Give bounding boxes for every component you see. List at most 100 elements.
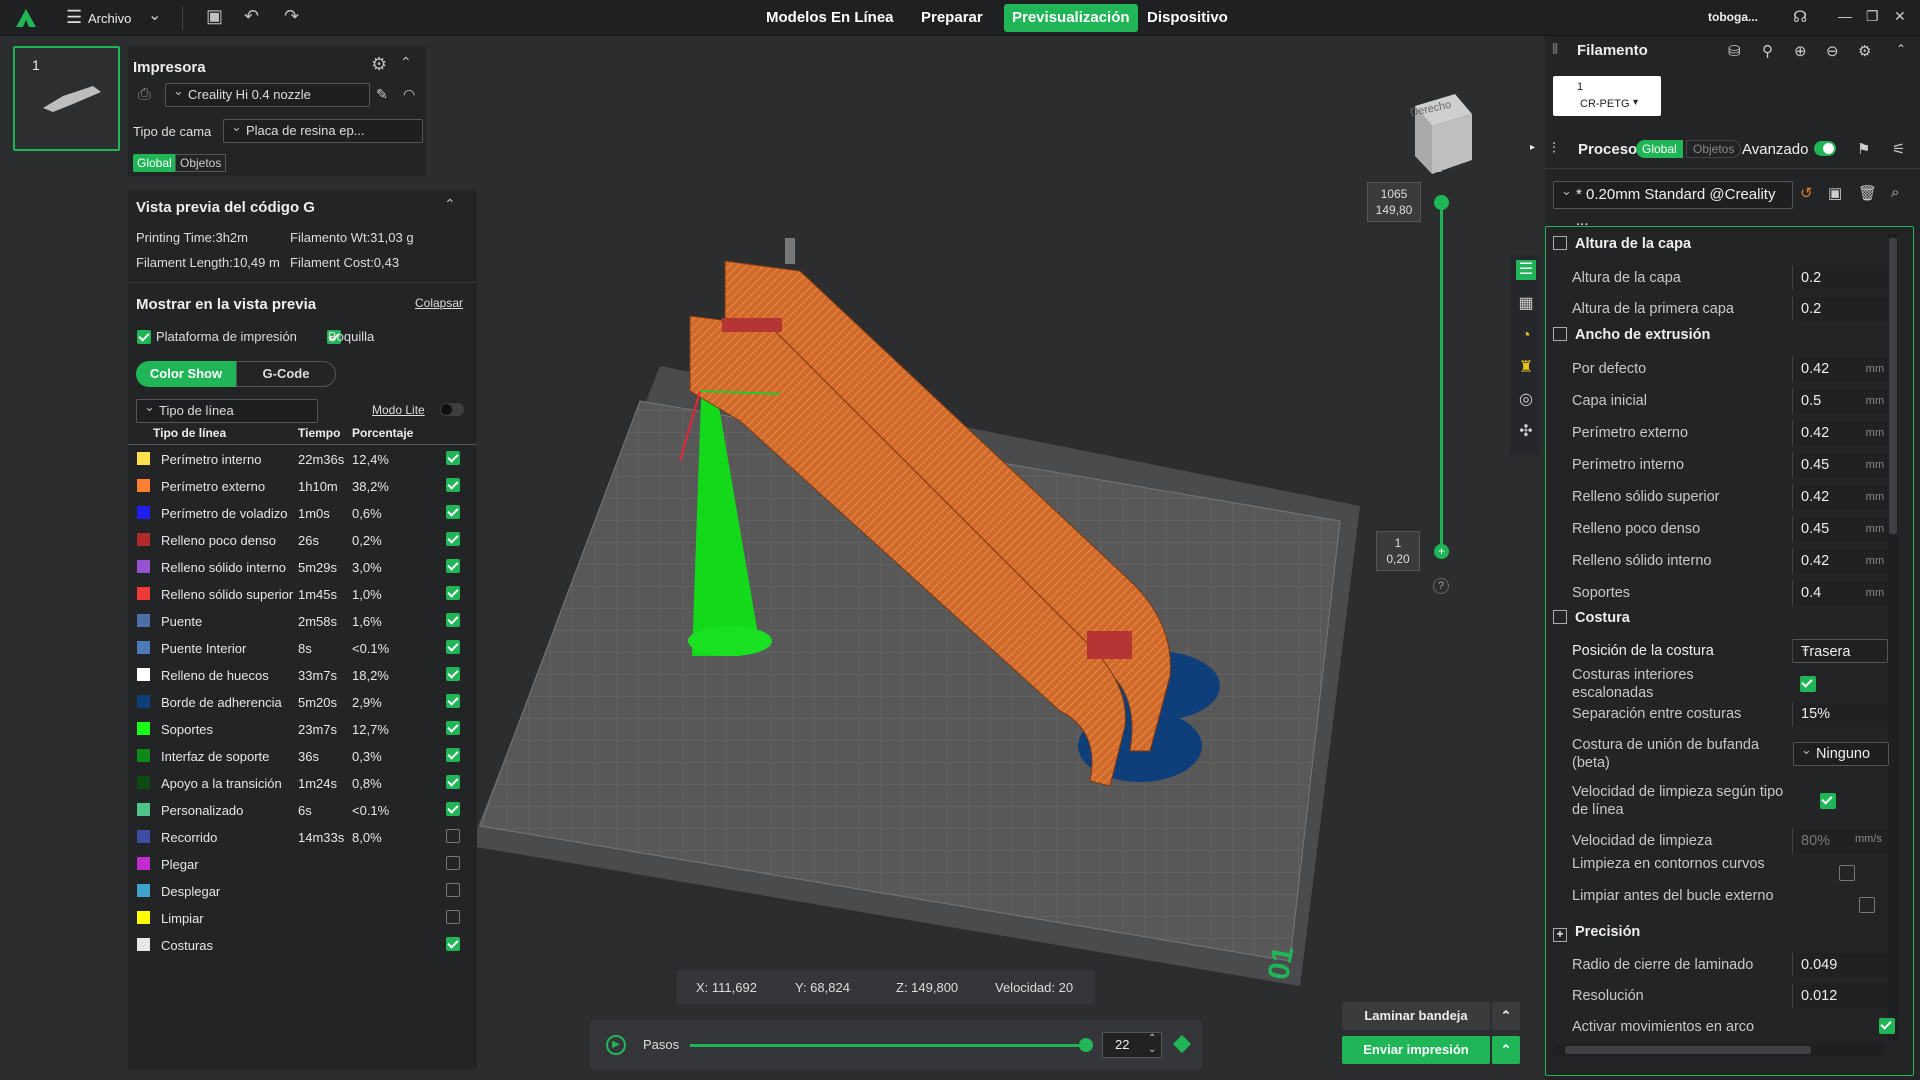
expand-panel-icon[interactable]: ▸: [1530, 142, 1535, 153]
wipe-curved-checkbox[interactable]: [1839, 865, 1856, 881]
caret-down-icon[interactable]: ▾: [1633, 97, 1638, 108]
process-tune-icon[interactable]: ⚟: [1892, 140, 1905, 158]
slice-closing-radius-input[interactable]: 0.049: [1792, 953, 1888, 977]
legend-visibility-checkbox[interactable]: [446, 829, 460, 843]
undo-icon[interactable]: ↶: [244, 6, 259, 27]
process-scope-global[interactable]: Global: [1636, 140, 1683, 158]
legend-visibility-checkbox[interactable]: [446, 532, 460, 546]
collapse-link[interactable]: Colapsar: [415, 296, 463, 310]
lite-mode-toggle[interactable]: [440, 403, 464, 416]
wipe-speed-by-type-checkbox[interactable]: [1819, 793, 1836, 809]
seam-position-select[interactable]: Trasera: [1792, 636, 1888, 663]
legend-visibility-checkbox[interactable]: [446, 910, 460, 924]
hamburger-menu-icon[interactable]: ☰: [66, 7, 82, 28]
support-icon[interactable]: ☊: [1793, 7, 1807, 27]
legend-visibility-checkbox[interactable]: [446, 694, 460, 708]
chevron-down-icon[interactable]: ⌄: [148, 5, 161, 25]
legend-visibility-checkbox[interactable]: [446, 478, 460, 492]
multimaterial-tab-icon[interactable]: ◎: [1516, 390, 1536, 410]
close-icon[interactable]: ✕: [1894, 8, 1906, 25]
bed-type-select[interactable]: Placa de resina ep...: [223, 116, 423, 143]
layer-slider-bottom-handle[interactable]: +: [1434, 544, 1449, 559]
legend-visibility-checkbox[interactable]: [446, 937, 460, 951]
others-tab-icon[interactable]: ✣: [1516, 422, 1536, 442]
resolution-input[interactable]: 0.012: [1792, 984, 1888, 1008]
collapse-up-icon[interactable]: ⌃: [400, 54, 412, 71]
tab-prepare[interactable]: Preparar: [913, 4, 991, 32]
printer-scope-objects[interactable]: Objetos: [175, 154, 227, 172]
process-compare-icon[interactable]: ⚑: [1857, 140, 1870, 158]
legend-visibility-checkbox[interactable]: [446, 586, 460, 600]
first-layer-height-input[interactable]: 0.2: [1792, 297, 1888, 321]
save-icon[interactable]: ▣: [206, 6, 223, 27]
remove-filament-icon[interactable]: ⊖: [1826, 42, 1839, 60]
filament-slot[interactable]: 1 CR-PETG ▾: [1553, 76, 1661, 116]
width-input[interactable]: 0.4 mm: [1792, 581, 1888, 605]
legend-visibility-checkbox[interactable]: [446, 667, 460, 681]
support-tab-icon[interactable]: ♜: [1516, 358, 1536, 378]
process-profile-select[interactable]: * 0.20mm Standard @Creality ...: [1553, 178, 1793, 229]
slice-plate-button[interactable]: Laminar bandeja: [1342, 1002, 1490, 1030]
legend-visibility-checkbox[interactable]: [446, 721, 460, 735]
collapse-up-icon[interactable]: ⌃: [1896, 42, 1906, 56]
tab-color-show[interactable]: Color Show: [136, 361, 236, 387]
home-icon[interactable]: ⌂: [1432, 156, 1443, 177]
add-filament-icon[interactable]: ⊕: [1794, 42, 1807, 60]
width-input[interactable]: 0.45 mm: [1792, 517, 1888, 541]
app-logo-icon[interactable]: [15, 7, 37, 29]
width-input[interactable]: 0.42 mm: [1792, 421, 1888, 445]
legend-visibility-checkbox[interactable]: [446, 640, 460, 654]
layer-height-input[interactable]: 0.2: [1792, 266, 1888, 290]
help-icon[interactable]: ?: [1433, 578, 1449, 594]
staggered-seams-checkbox[interactable]: [1800, 676, 1816, 692]
file-menu[interactable]: Archivo: [88, 11, 131, 26]
legend-visibility-checkbox[interactable]: [446, 613, 460, 627]
layer-slider-top-handle[interactable]: [1434, 195, 1449, 210]
wipe-before-loop-checkbox[interactable]: [1858, 897, 1875, 913]
collapse-up-icon[interactable]: ⌃: [444, 196, 456, 213]
filament-settings-icon[interactable]: ⚙: [1858, 42, 1871, 60]
legend-visibility-checkbox[interactable]: [446, 883, 460, 897]
platform-checkbox[interactable]: [137, 330, 151, 344]
layers-icon[interactable]: [1172, 1034, 1192, 1054]
user-name[interactable]: toboga...: [1708, 10, 1758, 24]
legend-visibility-checkbox[interactable]: [446, 775, 460, 789]
legend-visibility-checkbox[interactable]: [446, 451, 460, 465]
tab-gcode[interactable]: G-Code: [236, 361, 336, 387]
legend-visibility-checkbox[interactable]: [446, 856, 460, 870]
send-menu-chevron-icon[interactable]: ⌃: [1492, 1036, 1520, 1064]
width-input[interactable]: 0.42 mm: [1792, 549, 1888, 573]
save-profile-icon[interactable]: ▣: [1828, 184, 1842, 202]
delete-profile-icon[interactable]: 🗑: [1858, 184, 1877, 202]
width-input[interactable]: 0.5 mm: [1792, 389, 1888, 413]
reset-icon[interactable]: ↺: [1800, 184, 1813, 202]
printer-scope-global[interactable]: Global: [133, 154, 176, 172]
redo-icon[interactable]: ↷: [284, 6, 299, 27]
legend-visibility-checkbox[interactable]: [446, 748, 460, 762]
wifi-icon[interactable]: ◠: [403, 86, 415, 103]
printer-settings-icon[interactable]: ⚙: [371, 54, 387, 75]
minimize-icon[interactable]: —: [1838, 8, 1852, 24]
legend-visibility-checkbox[interactable]: [446, 802, 460, 816]
line-type-select[interactable]: Tipo de línea: [136, 396, 318, 423]
steps-spinner-icon[interactable]: ⌃ ⌄: [1148, 1033, 1156, 1055]
strength-tab-icon[interactable]: ▦: [1516, 294, 1536, 314]
width-input[interactable]: 0.42 mm: [1792, 485, 1888, 509]
quality-tab-icon[interactable]: ☰: [1516, 260, 1536, 280]
arc-moves-checkbox[interactable]: [1878, 1018, 1895, 1034]
horizontal-scrollbar[interactable]: [1553, 1044, 1883, 1056]
plate-thumbnail[interactable]: 1: [13, 46, 120, 151]
scarf-seam-select[interactable]: Ninguno: [1793, 739, 1889, 766]
tab-preview[interactable]: Previsualización: [1004, 4, 1138, 32]
filament-brush-icon[interactable]: ⚲: [1762, 42, 1773, 60]
slice-menu-chevron-icon[interactable]: ⌃: [1492, 1002, 1520, 1030]
seam-gap-input[interactable]: 15%: [1792, 702, 1888, 726]
maximize-icon[interactable]: ❐: [1866, 8, 1879, 25]
tab-device[interactable]: Dispositivo: [1139, 4, 1236, 32]
search-icon[interactable]: ⌕: [1891, 184, 1899, 201]
steps-slider-handle[interactable]: [1079, 1038, 1093, 1052]
legend-visibility-checkbox[interactable]: [446, 505, 460, 519]
process-scope-objects[interactable]: Objetos: [1686, 140, 1742, 158]
layer-slider-track[interactable]: [1440, 202, 1443, 552]
printer-select[interactable]: Creality Hi 0.4 nozzle: [165, 80, 370, 107]
